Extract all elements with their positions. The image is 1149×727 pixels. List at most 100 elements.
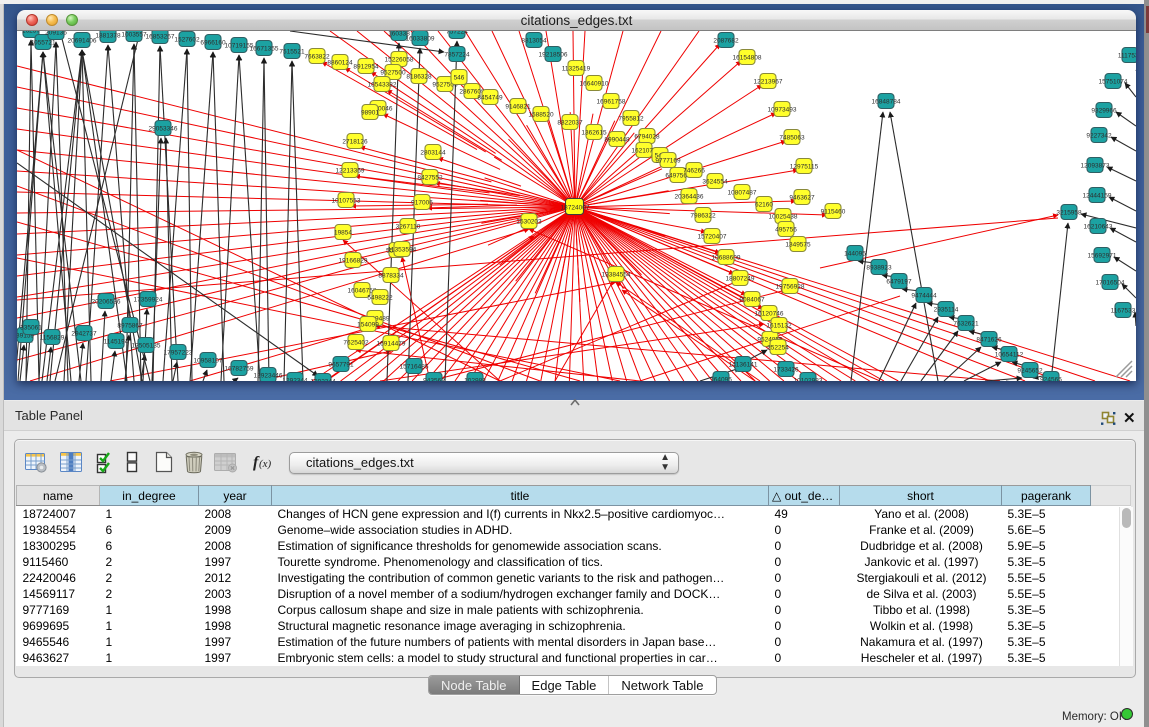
svg-text:8990448: 8990448 [604, 137, 630, 144]
svg-text:12444159: 12444159 [1083, 193, 1112, 200]
svg-text:2942737: 2942737 [71, 331, 97, 338]
svg-text:1733426: 1733426 [773, 367, 799, 374]
svg-text:16853267: 16853267 [146, 34, 175, 41]
svg-text:252254: 252254 [767, 345, 789, 352]
svg-text:8912954: 8912954 [353, 64, 379, 71]
svg-text:917006: 917006 [411, 200, 433, 207]
svg-text:8938923: 8938923 [866, 265, 892, 272]
svg-text:12505135: 12505135 [132, 343, 161, 350]
svg-text:7485063: 7485063 [779, 135, 805, 142]
svg-text:924565: 924565 [1040, 377, 1062, 382]
svg-text:8975867: 8975867 [117, 323, 143, 330]
svg-text:9245652: 9245652 [1017, 368, 1043, 375]
svg-text:2803144: 2803144 [420, 150, 446, 157]
svg-text:757224: 757224 [446, 31, 468, 36]
svg-text:1145194: 1145194 [104, 339, 129, 346]
svg-text:16237: 16237 [22, 31, 40, 35]
svg-text:2935114: 2935114 [934, 307, 959, 314]
svg-text:16154808: 16154808 [733, 55, 762, 62]
svg-text:15692971: 15692971 [1088, 253, 1117, 260]
svg-text:3624554: 3624554 [702, 179, 728, 186]
svg-text:8471626: 8471626 [976, 337, 1002, 344]
svg-text:1167533: 1167533 [1111, 308, 1136, 315]
svg-text:7632621: 7632621 [953, 321, 979, 328]
svg-text:8322037: 8322037 [557, 120, 583, 127]
svg-text:8186328: 8186328 [406, 74, 432, 81]
svg-text:102983: 102983 [464, 378, 486, 382]
svg-text:6479197: 6479197 [886, 279, 912, 286]
svg-text:15720407: 15720407 [698, 234, 727, 241]
svg-text:335061: 335061 [20, 325, 42, 332]
svg-text:2718126: 2718126 [342, 139, 368, 146]
svg-text:98901: 98901 [361, 110, 379, 117]
svg-text:7986322: 7986322 [690, 213, 716, 220]
svg-text:10102983: 10102983 [794, 378, 823, 382]
svg-text:16961758: 16961758 [597, 99, 626, 106]
svg-text:20691406: 20691406 [68, 38, 97, 45]
svg-text:9084067: 9084067 [739, 297, 765, 304]
svg-text:1349575: 1349575 [785, 242, 811, 249]
svg-text:1881378: 1881378 [95, 33, 121, 40]
svg-text:12975115: 12975115 [790, 164, 819, 171]
svg-text:62160: 62160 [755, 202, 773, 209]
svg-text:(x): (x) [259, 458, 272, 470]
svg-text:10025438: 10025438 [769, 214, 798, 221]
svg-text:1156829: 1156829 [40, 335, 65, 342]
svg-text:16120746: 16120746 [755, 311, 784, 318]
svg-text:2087682: 2087682 [713, 38, 739, 45]
svg-text:17016504: 17016504 [1096, 280, 1125, 287]
svg-text:16033809: 16033809 [406, 36, 435, 43]
svg-text:16848784: 16848784 [872, 99, 901, 106]
svg-text:144095: 144095 [844, 251, 866, 258]
svg-text:16914479: 16914479 [377, 341, 406, 348]
svg-text:546: 546 [454, 75, 465, 82]
svg-text:18807249: 18807249 [726, 276, 755, 283]
svg-text:19854: 19854 [334, 230, 352, 237]
svg-text:164095: 164095 [710, 377, 732, 382]
svg-text:3215958: 3215958 [1056, 210, 1082, 217]
svg-text:6794028: 6794028 [634, 134, 660, 141]
svg-text:2530203: 2530203 [516, 219, 542, 226]
svg-text:12093873: 12093873 [1081, 163, 1110, 170]
svg-text:1117533: 1117533 [1118, 53, 1136, 60]
svg-text:15751074: 15751074 [1099, 79, 1128, 86]
svg-text:11325419: 11325419 [562, 66, 591, 73]
svg-text:10654112: 10654112 [995, 352, 1024, 359]
svg-text:7625402: 7625402 [343, 340, 369, 347]
svg-text:1615132: 1615132 [766, 323, 792, 330]
svg-text:18724007: 18724007 [561, 205, 590, 212]
svg-text:8878334: 8878334 [378, 273, 404, 280]
svg-text:17359924: 17359924 [134, 297, 163, 304]
svg-text:16671355: 16671355 [250, 46, 279, 53]
svg-text:9227342: 9227342 [1086, 133, 1112, 140]
svg-text:19166829: 19166829 [339, 258, 368, 265]
svg-text:20206536: 20206536 [92, 299, 121, 306]
svg-text:7663822: 7663822 [304, 54, 330, 61]
svg-text:10958107: 10958107 [194, 358, 223, 365]
svg-text:9777169: 9777169 [655, 158, 681, 165]
svg-text:15226058: 15226058 [385, 57, 414, 64]
svg-text:943562: 943562 [423, 378, 445, 382]
svg-text:11353594: 11353594 [388, 247, 417, 254]
svg-text:10807487: 10807487 [728, 190, 757, 197]
svg-text:20364436: 20364436 [675, 194, 704, 201]
svg-text:1362615: 1362615 [581, 130, 607, 137]
svg-text:7515521: 7515521 [279, 49, 305, 56]
svg-text:10973493: 10973493 [768, 107, 797, 114]
svg-text:8454749: 8454749 [477, 95, 503, 102]
svg-text:19756928: 19756928 [776, 284, 805, 291]
svg-text:16543382: 16543382 [368, 82, 397, 89]
svg-text:4055721: 4055721 [30, 40, 56, 47]
svg-text:8813054: 8813054 [521, 38, 547, 45]
svg-text:15716485: 15716485 [400, 364, 429, 371]
svg-text:9463627: 9463627 [789, 195, 815, 202]
svg-text:209136: 209136 [45, 31, 67, 37]
svg-text:7955812: 7955812 [618, 116, 644, 123]
svg-text:17957223: 17957223 [164, 350, 193, 357]
svg-text:3267110: 3267110 [396, 224, 421, 231]
svg-text:8427552: 8427552 [417, 175, 443, 182]
svg-text:16210643: 16210643 [1084, 224, 1113, 231]
svg-text:10107553: 10107553 [332, 198, 361, 205]
svg-text:14136141: 14136141 [729, 362, 758, 369]
svg-text:6966160: 6966160 [200, 40, 226, 47]
